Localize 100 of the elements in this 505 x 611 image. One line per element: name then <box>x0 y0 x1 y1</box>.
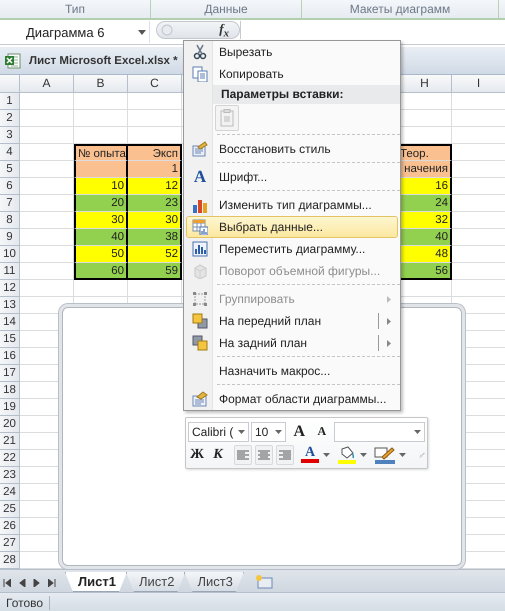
row-header[interactable]: 4 <box>0 144 20 161</box>
copy-icon <box>192 66 208 82</box>
table-cell: 60 <box>74 263 128 280</box>
workbook-title: Лист Microsoft Excel.xlsx * <box>29 54 178 66</box>
table-cell: 12 <box>128 178 182 195</box>
align-icon <box>257 448 271 460</box>
row-header[interactable]: 15 <box>0 331 20 348</box>
row-header[interactable]: 3 <box>0 127 20 144</box>
column-header[interactable]: A <box>20 75 74 93</box>
bold-button[interactable]: Ж <box>188 444 206 464</box>
sheet-tab[interactable]: Лист2 <box>126 572 186 592</box>
format-icon <box>192 391 208 407</box>
row-header[interactable]: 25 <box>0 501 20 518</box>
row-header[interactable]: 5 <box>0 161 20 178</box>
table-cell: 32 <box>398 212 452 229</box>
row-header[interactable]: 10 <box>0 246 20 263</box>
send-backward-icon <box>192 335 208 351</box>
name-box[interactable]: Диаграмма 6 <box>0 21 150 43</box>
table-cell: 16 <box>398 178 452 195</box>
table-icon <box>192 219 208 235</box>
insert-function-button[interactable]: f$_{x}$ <box>219 20 229 40</box>
menu-item[interactable]: Изменить тип диаграммы... <box>186 194 398 216</box>
table-cell: 40 <box>398 229 452 246</box>
sheet-tab[interactable]: Лист1 <box>65 572 127 592</box>
shrink-font-button[interactable]: A <box>312 422 332 442</box>
font-color-button[interactable]: A <box>300 444 320 464</box>
italic-button[interactable]: К <box>209 444 227 464</box>
previous-sheet-icon[interactable] <box>18 579 26 587</box>
row-header[interactable]: 24 <box>0 484 20 501</box>
menu-item[interactable]: Назначить макрос... <box>186 360 398 382</box>
menu-item[interactable]: Формат области диаграммы... <box>186 388 398 410</box>
row-header[interactable]: 1 <box>0 93 20 110</box>
align-center-button[interactable] <box>255 444 273 464</box>
column-header[interactable]: B <box>74 75 128 93</box>
menu-item[interactable]: На передний план <box>186 310 398 332</box>
last-sheet-icon[interactable] <box>48 579 56 587</box>
row-header[interactable]: 9 <box>0 229 20 246</box>
row-header[interactable]: 20 <box>0 416 20 433</box>
caret-icon[interactable] <box>238 430 245 434</box>
row-header[interactable]: 16 <box>0 348 20 365</box>
grow-font-button[interactable]: A <box>288 422 310 442</box>
table-cell: 50 <box>74 246 128 263</box>
table-cell: Эксп <box>128 144 182 161</box>
row-header[interactable]: 7 <box>0 195 20 212</box>
column-header[interactable]: H <box>398 75 452 93</box>
row-header[interactable]: 6 <box>0 178 20 195</box>
caret-icon[interactable] <box>360 452 367 456</box>
font-size-box[interactable]: 10 <box>250 422 286 442</box>
font-name-box[interactable]: Calibri ( <box>188 422 249 442</box>
menu-item[interactable]: Копировать <box>186 63 398 85</box>
row-header[interactable]: 21 <box>0 433 20 450</box>
row-header[interactable]: 11 <box>0 263 20 280</box>
menu-item[interactable]: Переместить диаграмму... <box>186 238 398 260</box>
dot-icon <box>161 24 173 36</box>
menu-item[interactable]: На задний план <box>186 332 398 354</box>
spreadsheet-icon <box>5 52 21 68</box>
caret-icon[interactable] <box>399 452 406 456</box>
row-header[interactable]: 17 <box>0 365 20 382</box>
row-header[interactable]: 27 <box>0 535 20 552</box>
table-cell: Теор. <box>398 144 452 161</box>
table-cell: 59 <box>128 263 182 280</box>
align-left-button[interactable] <box>234 444 252 464</box>
ribbon-group-label: Макеты диаграмм <box>302 0 499 18</box>
ribbon-group-label: Тип <box>0 0 151 18</box>
menu-item[interactable]: Вырезать <box>186 41 398 63</box>
table-cell: 56 <box>398 263 452 280</box>
row-header[interactable]: 14 <box>0 314 20 331</box>
row-header[interactable]: 28 <box>0 552 20 569</box>
new-sheet-icon[interactable] <box>254 574 274 590</box>
first-sheet-icon[interactable] <box>3 579 11 587</box>
group-icon <box>192 291 208 307</box>
row-header[interactable]: 26 <box>0 518 20 535</box>
column-header[interactable]: C <box>128 75 182 93</box>
align-right-button[interactable] <box>276 444 294 464</box>
row-header[interactable]: 22 <box>0 450 20 467</box>
row-header[interactable]: 8 <box>0 212 20 229</box>
sheet-tab[interactable]: Лист3 <box>184 572 244 592</box>
row-header[interactable]: 12 <box>0 280 20 297</box>
caret-icon[interactable] <box>414 430 422 434</box>
menu-item[interactable]: Выбрать данные... <box>186 216 398 238</box>
fill-color-icon[interactable] <box>337 446 357 464</box>
row-header[interactable]: 18 <box>0 382 20 399</box>
menu-item[interactable]: A Шрифт... <box>186 166 398 188</box>
caret-icon[interactable] <box>323 452 330 456</box>
caret-icon[interactable] <box>275 430 282 434</box>
caret-icon[interactable] <box>138 30 146 34</box>
table-cell: 40 <box>74 229 128 246</box>
next-sheet-icon[interactable] <box>33 579 41 587</box>
line-color-icon[interactable] <box>374 446 396 464</box>
menu-item[interactable]: Восстановить стиль <box>186 138 398 160</box>
table-cell: 10 <box>74 178 128 195</box>
chart-icon <box>192 241 208 257</box>
clipboard-icon[interactable] <box>220 109 234 127</box>
table-cell: 38 <box>128 229 182 246</box>
row-header[interactable]: 23 <box>0 467 20 484</box>
row-header[interactable]: 13 <box>0 297 20 314</box>
bar-chart-icon <box>192 197 208 213</box>
row-header[interactable]: 19 <box>0 399 20 416</box>
row-header[interactable]: 2 <box>0 110 20 127</box>
ribbon-group-label: Данные <box>151 0 302 18</box>
